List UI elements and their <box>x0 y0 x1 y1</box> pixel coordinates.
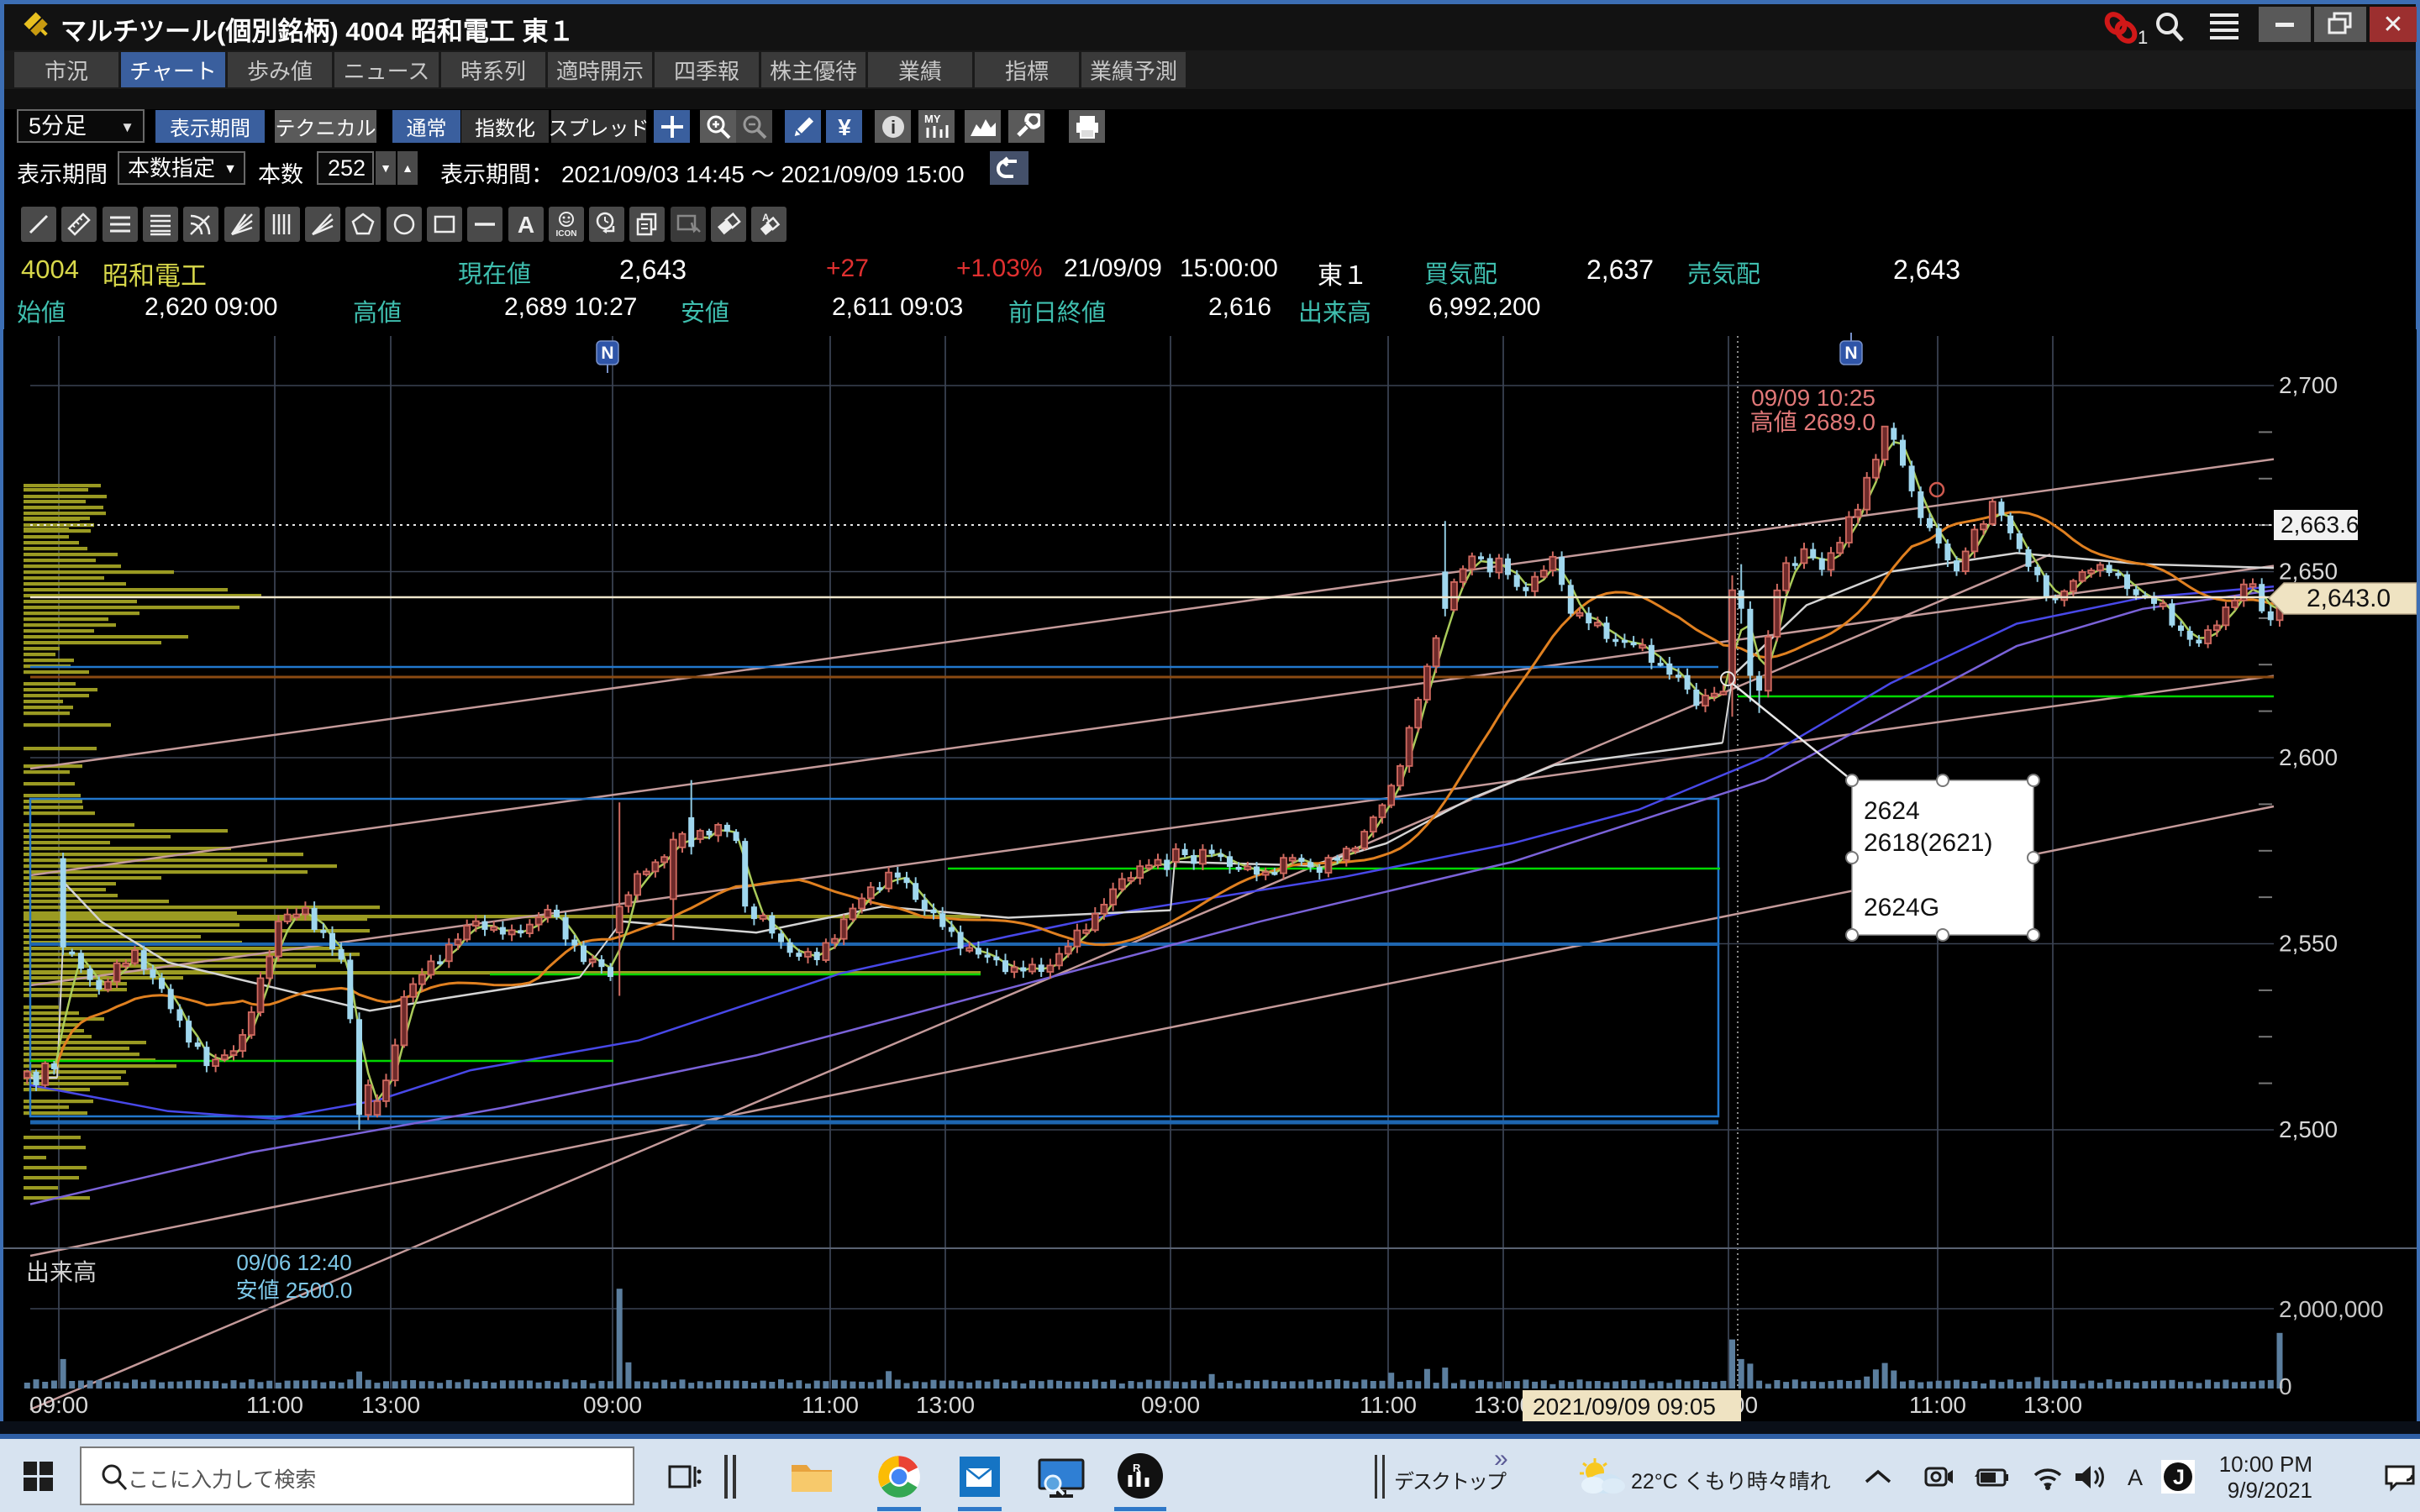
svg-text:2,500: 2,500 <box>2279 1116 2338 1142</box>
svg-text:2,550: 2,550 <box>2279 931 2338 957</box>
svg-text:11:00: 11:00 <box>246 1392 303 1418</box>
svg-text:¥: ¥ <box>838 114 851 140</box>
svg-text:09/06 12:40: 09/06 12:40 <box>236 1250 351 1275</box>
svg-text:1: 1 <box>2138 27 2148 45</box>
svg-text:11:00: 11:00 <box>1360 1392 1417 1418</box>
svg-text:J: J <box>2173 1466 2185 1489</box>
svg-text:2,663.6: 2,663.6 <box>2281 512 2359 538</box>
svg-text:2,600: 2,600 <box>2279 744 2338 770</box>
svg-text:N: N <box>1844 344 1857 363</box>
svg-text:2,700: 2,700 <box>2279 372 2338 398</box>
svg-text:A: A <box>518 212 534 238</box>
svg-text:i: i <box>890 117 895 138</box>
svg-text:2,000,000: 2,000,000 <box>2279 1296 2384 1322</box>
svg-text:出来高: 出来高 <box>26 1259 97 1285</box>
svg-text:2,650: 2,650 <box>2279 559 2338 585</box>
svg-text:N: N <box>601 344 613 363</box>
svg-text:2624: 2624 <box>1864 797 1920 825</box>
svg-text:安値 2500.0: 安値 2500.0 <box>236 1278 353 1303</box>
svg-text:11:00: 11:00 <box>802 1392 859 1418</box>
svg-text:MY: MY <box>924 113 941 125</box>
svg-text:2618(2621): 2618(2621) <box>1864 829 1992 857</box>
svg-text:高値 2689.0: 高値 2689.0 <box>1750 409 1876 435</box>
svg-text:09:00: 09:00 <box>29 1392 88 1418</box>
svg-text:2624G: 2624G <box>1864 894 1939 921</box>
svg-text:2021/09/09 09:05: 2021/09/09 09:05 <box>1533 1394 1716 1420</box>
svg-text:13:00: 13:00 <box>361 1392 420 1418</box>
svg-text:ICON: ICON <box>556 229 577 238</box>
svg-text:09:00: 09:00 <box>583 1392 642 1418</box>
svg-text:11:00: 11:00 <box>1909 1392 1966 1418</box>
svg-text:2,643.0: 2,643.0 <box>2307 585 2391 612</box>
svg-text:0: 0 <box>2279 1373 2292 1399</box>
svg-text:09:00: 09:00 <box>1141 1392 1200 1418</box>
svg-text:13:00: 13:00 <box>916 1392 975 1418</box>
svg-text:09/09 10:25: 09/09 10:25 <box>1751 385 1876 411</box>
svg-text:13:00: 13:00 <box>2023 1392 2082 1418</box>
